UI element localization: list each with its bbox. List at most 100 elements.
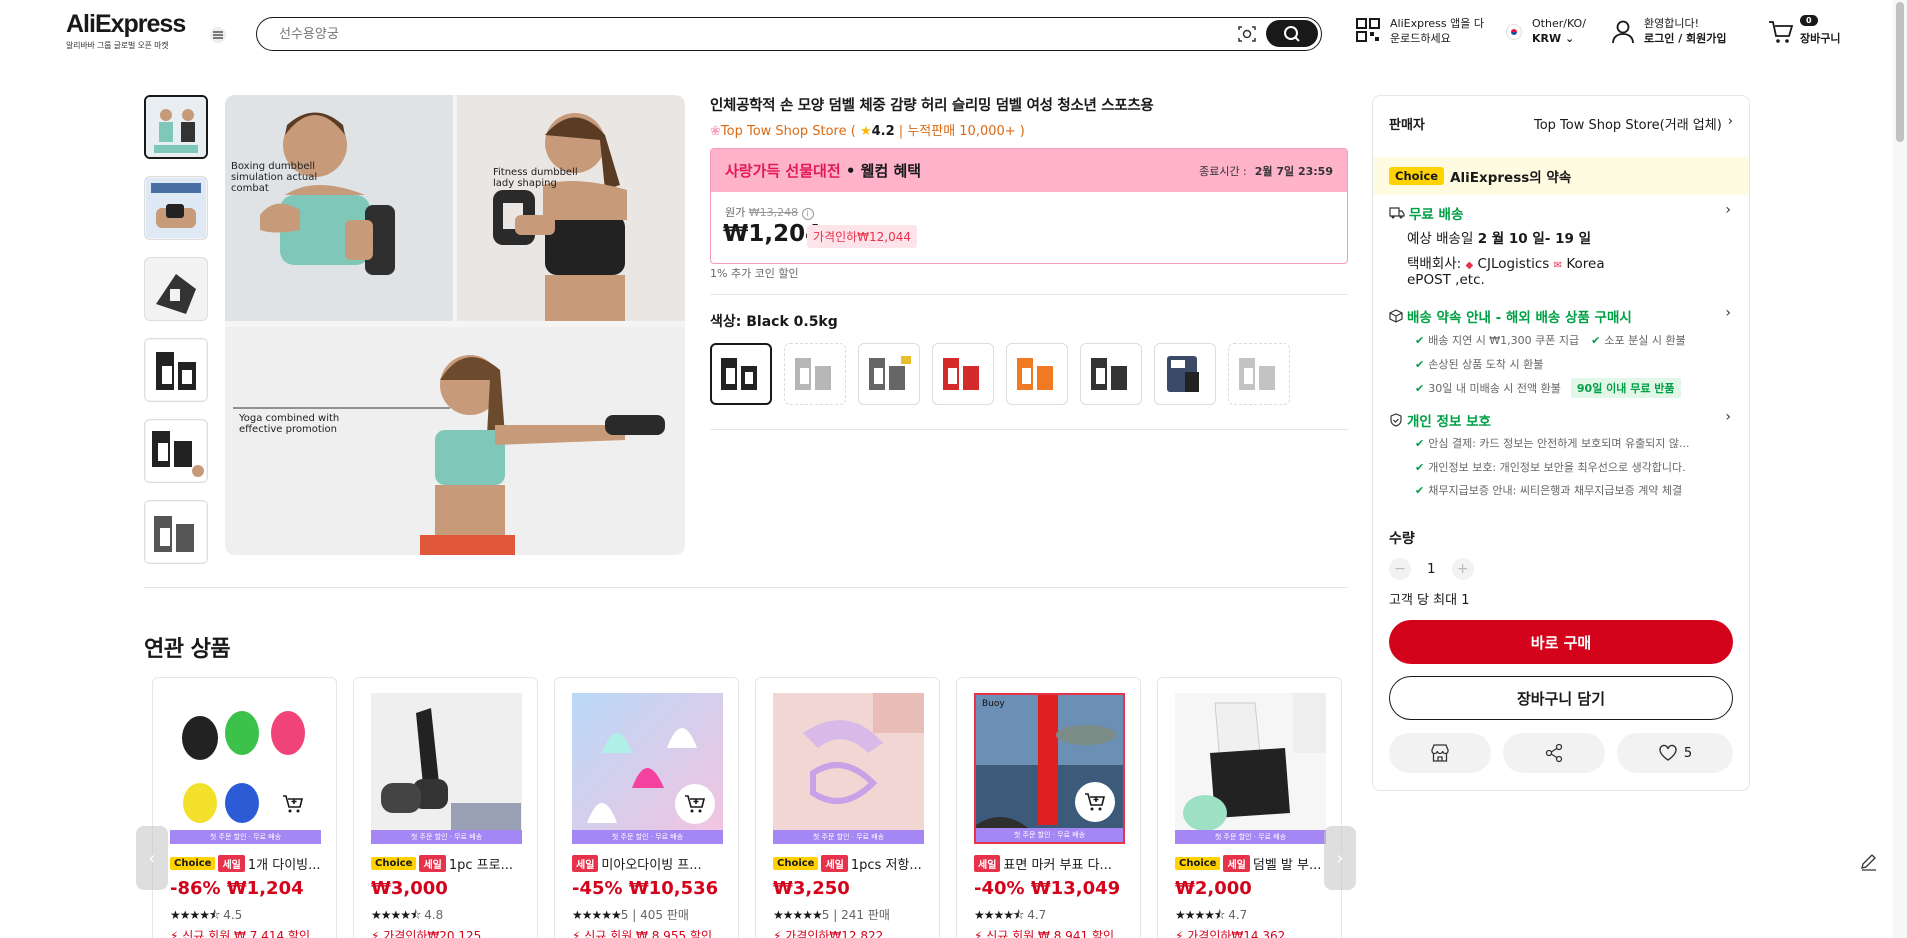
carousel-prev-button[interactable]: ‹	[136, 826, 168, 890]
product-promo: ⚡ 가격인하₩12,822	[773, 927, 883, 938]
product-card[interactable]: 첫 주문 할인 · 무료 배송 Choice 세일 1개 다이빙... -86% ₩…	[152, 677, 337, 938]
wishlist-button[interactable]: 5	[1617, 733, 1733, 773]
add-to-cart-button[interactable]: 장바구니 담기	[1389, 676, 1733, 720]
product-promo: ⚡ 신규 회원 ₩ 7,414 할인	[170, 927, 310, 938]
thumbnail-4[interactable]	[144, 338, 208, 402]
store-flower-icon: ❀	[710, 124, 721, 139]
store-button[interactable]	[1389, 733, 1491, 773]
edit-icon[interactable]	[1858, 852, 1880, 874]
swatch-option-8[interactable]	[1228, 343, 1290, 405]
flame-icon: ⚡	[170, 929, 179, 938]
product-image[interactable]: 첫 주문 할인 · 무료 배송	[1175, 693, 1326, 844]
product-card[interactable]: 첫 주문 할인 · 무료 배송 세일 미아오다이빙 프... -45% ₩10,5…	[554, 677, 739, 938]
search-button[interactable]	[1266, 20, 1318, 47]
privacy-title[interactable]: 개인 정보 보호	[1389, 410, 1491, 430]
thumbnail-1[interactable]	[144, 95, 208, 159]
thumbnail-5[interactable]	[144, 419, 208, 483]
aliexpress-logo[interactable]: AliExpress 알리바바 그룹 글로벌 오픈 마켓	[66, 10, 186, 51]
korea-post-icon: ✉	[1553, 260, 1563, 271]
check-icon: ✔	[1415, 436, 1425, 450]
scrollbar-thumb[interactable]	[1896, 2, 1904, 142]
product-rating: ★★★★⯪ 4.7	[1175, 908, 1248, 922]
product-title: 인체공학적 손 모양 덤벨 체중 감량 허리 슬리밍 덤벨 여성 청소년 스포츠…	[710, 98, 1154, 114]
product-image[interactable]: 첫 주문 할인 · 무료 배송	[572, 693, 723, 844]
swatch-option-2[interactable]	[784, 343, 846, 405]
product-image[interactable]: 첫 주문 할인 · 무료 배송	[170, 693, 321, 844]
divider	[710, 429, 1348, 430]
swatch-orange[interactable]	[1006, 343, 1068, 405]
increase-button[interactable]: +	[1451, 558, 1474, 580]
add-to-cart-icon[interactable]	[273, 784, 313, 824]
product-image[interactable]: Buoy 첫 주문 할인 · 무료 배송	[974, 693, 1125, 844]
purchase-panel: 판매자 Top Tow Shop Store(거래 업체) › Choice A…	[1372, 95, 1750, 791]
carousel-next-button[interactable]: ›	[1324, 826, 1356, 890]
product-card[interactable]: 첫 주문 할인 · 무료 배송 Choice 세일 1pc 프로... ₩3,000…	[353, 677, 538, 938]
product-rating: ★★★★⯪ 4.7	[974, 908, 1047, 922]
product-price: ₩3,000	[371, 878, 448, 899]
thumbnail-list	[144, 95, 208, 581]
share-button[interactable]	[1503, 733, 1605, 773]
product-image[interactable]: 첫 주문 할인 · 무료 배송	[773, 693, 924, 844]
chevron-right-icon[interactable]: ›	[1725, 202, 1731, 218]
image-search-icon[interactable]	[1237, 24, 1257, 44]
info-icon[interactable]: i	[801, 208, 814, 220]
related-products-title: 연관 상품	[144, 637, 231, 662]
product-promo: ⚡ 신규 회원 ₩ 8,955 할인	[572, 927, 712, 938]
share-icon	[1545, 743, 1563, 763]
divider	[710, 294, 1348, 295]
store-link[interactable]: Top Tow Shop Store	[721, 124, 847, 139]
chevron-right-icon[interactable]: ›	[1725, 305, 1731, 321]
check-icon: ✔	[1415, 333, 1425, 347]
swatch-black-0-5kg[interactable]	[710, 343, 772, 405]
swatch-red[interactable]	[932, 343, 994, 405]
check-icon: ✔	[1415, 357, 1425, 371]
search-input[interactable]	[279, 24, 1179, 44]
seller-row[interactable]: 판매자 Top Tow Shop Store(거래 업체) ›	[1389, 114, 1733, 133]
cj-logo-icon: ◆	[1465, 260, 1474, 271]
page-scrollbar[interactable]	[1893, 0, 1907, 938]
image-caption-1: Boxing dumbbell simulation actual combat	[231, 161, 318, 194]
product-card[interactable]: 첫 주문 할인 · 무료 배송 Choice 세일 1pcs 저항... ₩3,25…	[755, 677, 940, 938]
swatch-option-3[interactable]	[858, 343, 920, 405]
wishlist-count: 5	[1683, 745, 1693, 761]
swatch-black[interactable]	[1080, 343, 1142, 405]
image-caption-2: Fitness dumbbell lady shaping	[493, 167, 578, 189]
free-return-tag: 90일 이내 무료 반품	[1570, 378, 1681, 398]
product-name: Choice 세일 1개 다이빙...	[170, 854, 330, 873]
star-icon: ★	[859, 124, 872, 139]
product-name: 세일 미아오다이빙 프...	[572, 854, 732, 873]
menu-icon[interactable]	[210, 27, 226, 43]
swatch-box[interactable]	[1154, 343, 1216, 405]
product-card[interactable]: 첫 주문 할인 · 무료 배송 Choice 세일 덤벨 발 부... ₩2,000…	[1157, 677, 1342, 938]
locale-selector[interactable]: Other/KO/ KRW ⌄	[1506, 16, 1586, 46]
thumbnail-3[interactable]	[144, 257, 208, 321]
free-shipping-title[interactable]: 무료 배송	[1389, 203, 1463, 223]
chevron-right-icon: ›	[1336, 847, 1344, 869]
quantity-value[interactable]: 1	[1427, 561, 1436, 577]
chevron-right-icon: ›	[1727, 114, 1733, 129]
product-card[interactable]: Buoy 첫 주문 할인 · 무료 배송 세일 표면 마커 부표 다... -40…	[956, 677, 1141, 938]
product-promo: ⚡ 신규 회원 ₩ 8,941 할인	[974, 927, 1114, 938]
main-product-image[interactable]: Boxing dumbbell simulation actual combat…	[225, 95, 685, 555]
promo-price-box: 사랑가득 선물대전 • 웰컴 혜택 종료시간 :2월 7일 23:59 원가 ₩…	[710, 148, 1348, 264]
app-download[interactable]: AliExpress 앱을 다 운로드하세요	[1356, 16, 1484, 46]
buy-now-button[interactable]: 바로 구매	[1389, 620, 1733, 664]
chevron-right-icon[interactable]: ›	[1725, 409, 1731, 425]
delivery-estimate: 예상 배송일 2 월 10 일- 19 일	[1407, 231, 1592, 247]
product-rating: ★★★★★5 | 241 판매	[773, 908, 890, 922]
image-caption-3: Yoga combined with effective promotion	[239, 413, 340, 435]
product-image[interactable]: 첫 주문 할인 · 무료 배송	[371, 693, 522, 844]
site-header: AliExpress 알리바바 그룹 글로벌 오픈 마켓 AliExpress …	[0, 0, 1907, 66]
delivery-promise-title[interactable]: 배송 약속 안내 - 해외 배송 상품 구매시	[1389, 306, 1632, 326]
decrease-button[interactable]: −	[1389, 558, 1411, 580]
promise-item: ✔ 손상된 상품 도착 시 환불	[1415, 357, 1544, 372]
flame-icon: ⚡	[371, 929, 380, 938]
add-to-cart-icon[interactable]	[675, 784, 715, 824]
flame-icon: ⚡	[773, 929, 782, 938]
thumbnail-6[interactable]	[144, 500, 208, 564]
account-menu[interactable]: 환영합니다! 로그인 / 회원가입	[1612, 16, 1727, 46]
add-to-cart-icon[interactable]	[1075, 782, 1115, 822]
stars-icon: ★★★★⯪	[371, 908, 421, 922]
product-price: -86% ₩1,204	[170, 878, 304, 899]
thumbnail-2[interactable]	[144, 176, 208, 240]
